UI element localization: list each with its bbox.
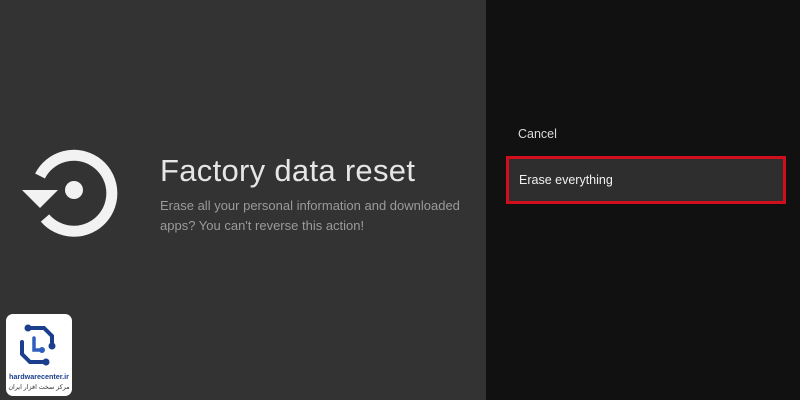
cancel-option[interactable]: Cancel (504, 120, 786, 148)
reset-description: Erase all your personal information and … (160, 198, 460, 233)
watermark-name: hardwarecenter.ir (9, 372, 69, 381)
dialog-info-panel: Factory data reset Erase all your person… (0, 0, 486, 400)
watermark-logo: hardwarecenter.ir مرکز سخت افزار ایران (6, 314, 72, 396)
watermark-tagline: مرکز سخت افزار ایران (8, 384, 70, 391)
erase-everything-option[interactable]: Erase everything (506, 156, 786, 204)
reset-icon (22, 149, 118, 237)
factory-reset-screen: Factory data reset Erase all your person… (0, 0, 800, 400)
page-title: Factory data reset (160, 153, 416, 188)
circuit-logo-icon (20, 324, 56, 366)
